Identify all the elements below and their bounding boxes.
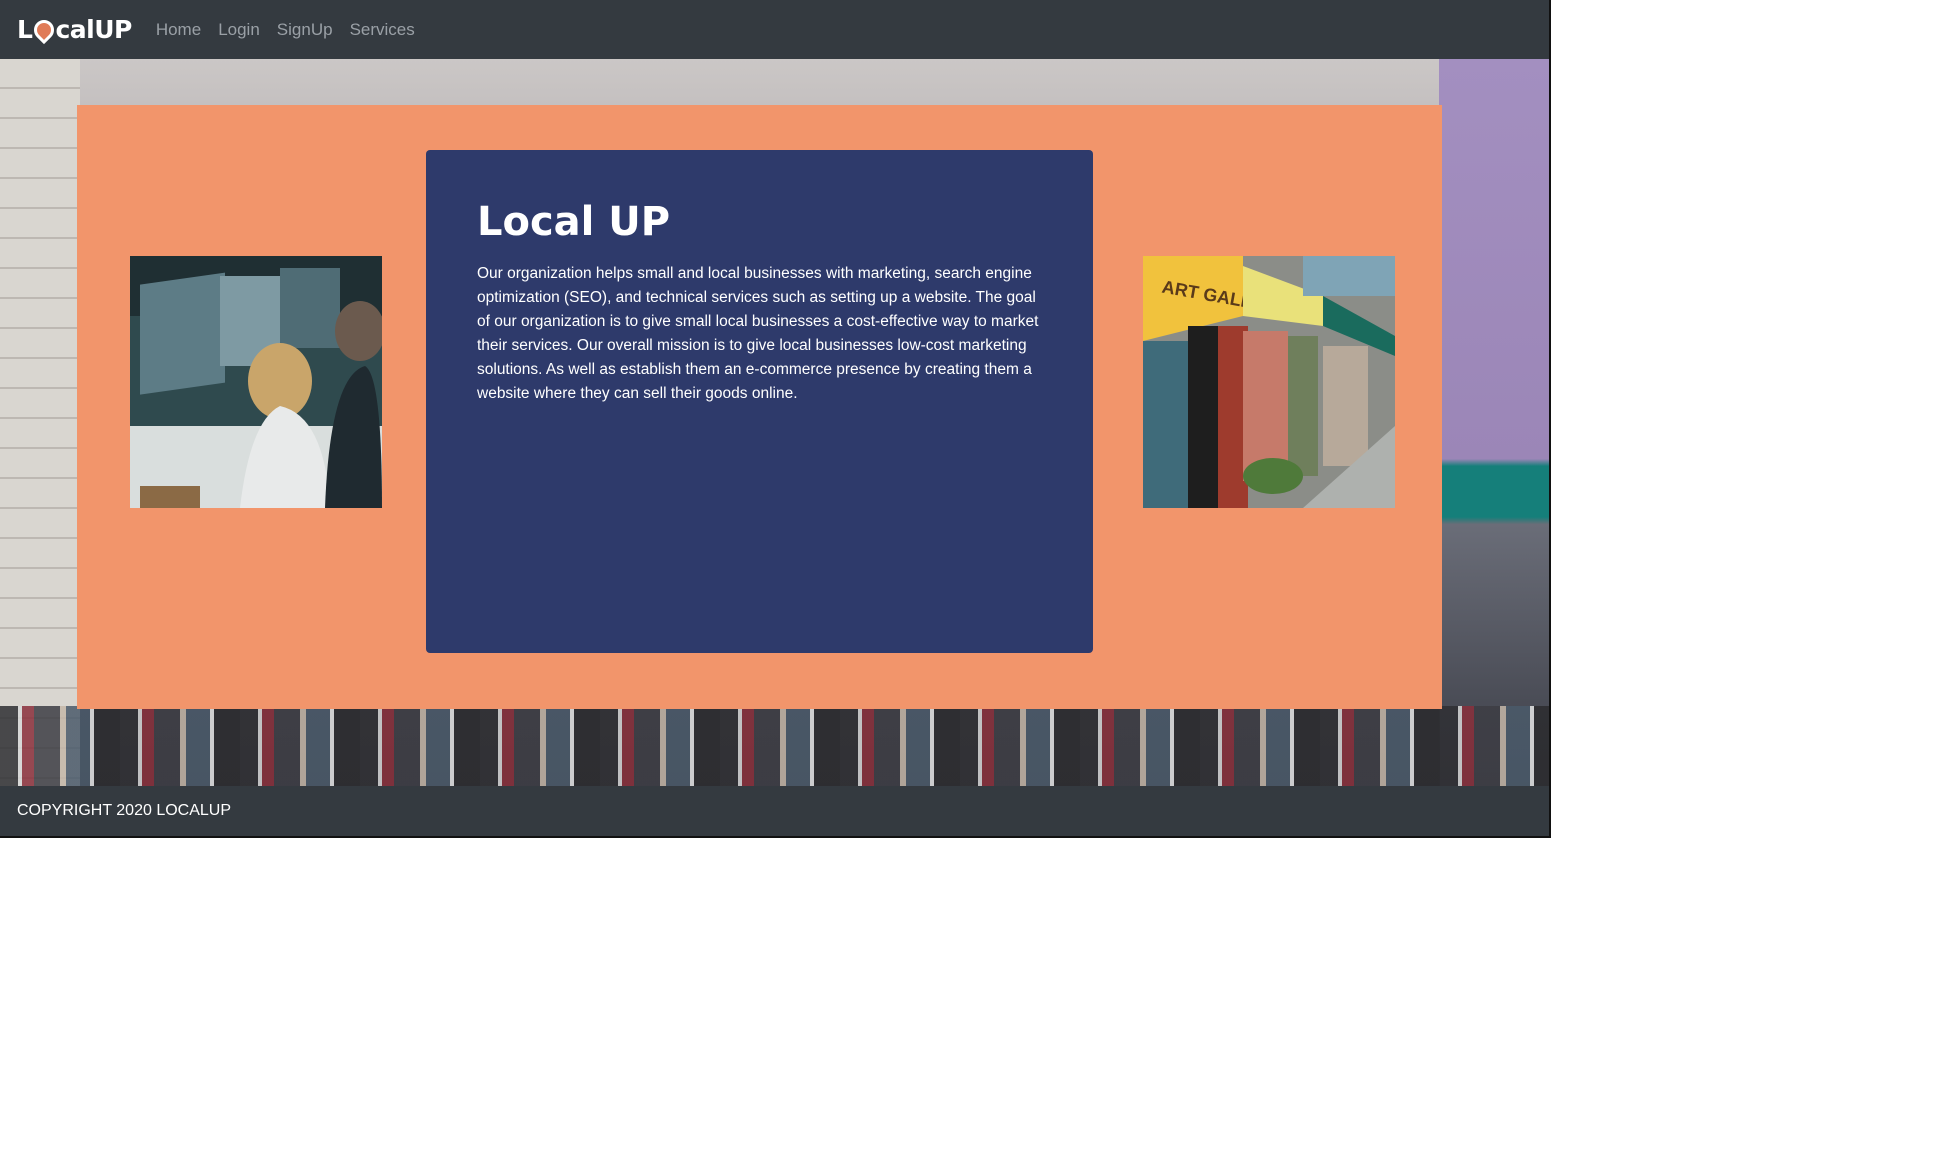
nav-home-link[interactable]: Home <box>156 20 201 40</box>
about-card: Local UP Our organization helps small an… <box>426 150 1093 653</box>
nav-services-link[interactable]: Services <box>350 20 415 40</box>
navbar: L calUP Home Login SignUp Services <box>0 0 1549 59</box>
nav-links: Home Login SignUp Services <box>156 20 432 40</box>
background-building-right <box>1439 59 1549 786</box>
footer: COPYRIGHT 2020 LOCALUP <box>0 786 1549 836</box>
copyright-text: COPYRIGHT 2020 LOCALUP <box>17 802 232 819</box>
brand-logo[interactable]: L calUP <box>17 15 132 44</box>
site-frame: L calUP Home Login SignUp Services ART G… <box>0 0 1551 838</box>
nav-signup-link[interactable]: SignUp <box>277 20 333 40</box>
about-description: Our organization helps small and local b… <box>477 265 1039 402</box>
brand-suffix: calUP <box>55 15 132 44</box>
background-storefronts <box>0 706 1549 786</box>
brand-prefix: L <box>17 15 33 44</box>
art-gallery-street-image: ART GALLERY <box>1143 256 1395 508</box>
about-title: Local UP <box>477 199 671 245</box>
office-workers-image <box>130 256 382 508</box>
nav-login-link[interactable]: Login <box>218 20 260 40</box>
map-pin-icon <box>30 15 59 44</box>
background-building-left <box>0 59 80 786</box>
